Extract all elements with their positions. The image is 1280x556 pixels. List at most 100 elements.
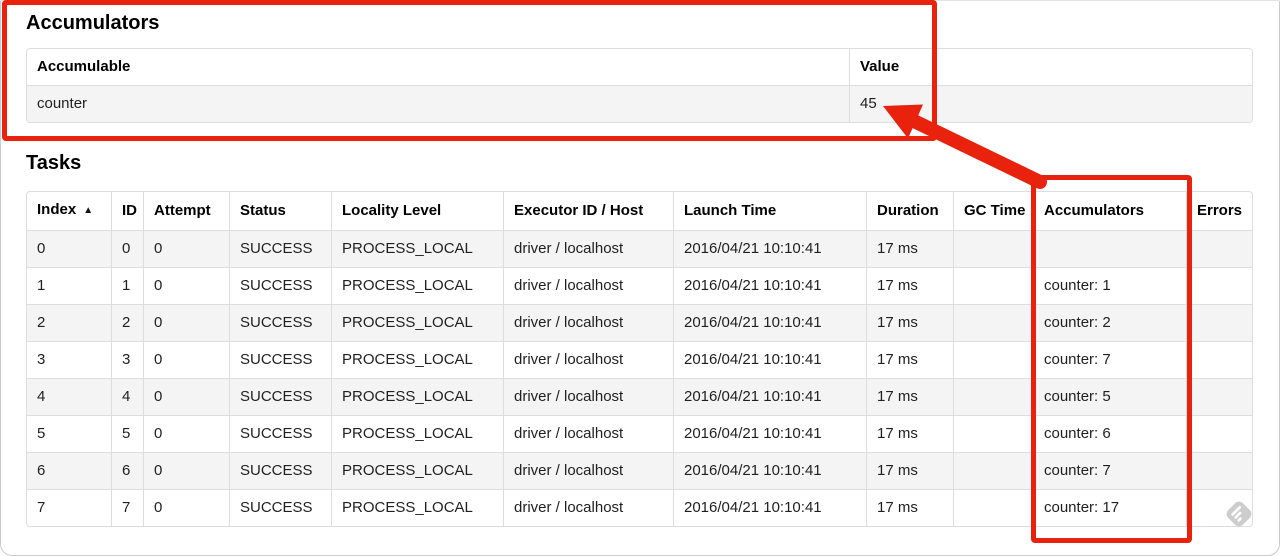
cell-accumulators: counter: 2 <box>1033 304 1186 341</box>
column-header-id[interactable]: ID <box>111 192 143 230</box>
cell-launch-time: 2016/04/21 10:10:41 <box>673 304 866 341</box>
cell-status: SUCCESS <box>229 489 331 526</box>
task-row: 1 1 0 SUCCESS PROCESS_LOCAL driver / localhos… <box>27 267 1252 304</box>
cell-attempt: 0 <box>143 378 229 415</box>
column-header-label: ID <box>122 202 137 219</box>
cell-gc-time <box>953 489 1033 526</box>
cell-errors <box>1186 230 1252 267</box>
column-header-gc-time[interactable]: GC Time <box>953 192 1033 230</box>
column-header-errors[interactable]: Errors <box>1186 192 1252 230</box>
column-header-locality-level[interactable]: Locality Level <box>331 192 503 230</box>
cell-gc-time <box>953 304 1033 341</box>
cell-accumulators: counter: 1 <box>1033 267 1186 304</box>
watermark-logo-icon <box>1226 501 1252 527</box>
cell-attempt: 0 <box>143 304 229 341</box>
cell-locality-level: PROCESS_LOCAL <box>331 415 503 452</box>
column-header-label: Errors <box>1197 202 1243 219</box>
column-header-value: Value <box>849 49 1252 85</box>
task-row: 0 0 0 SUCCESS PROCESS_LOCAL driver / localhos… <box>27 230 1252 267</box>
cell-index: 3 <box>27 341 111 378</box>
cell-status: SUCCESS <box>229 341 331 378</box>
cell-executor-id-host: driver / localhost <box>503 341 673 378</box>
cell-locality-level: PROCESS_LOCAL <box>331 452 503 489</box>
cell-accumulators: counter: 7 <box>1033 452 1186 489</box>
cell-index: 2 <box>27 304 111 341</box>
cell-id: 6 <box>111 452 143 489</box>
cell-accumulators: counter: 5 <box>1033 378 1186 415</box>
cell-locality-level: PROCESS_LOCAL <box>331 230 503 267</box>
cell-accumulators <box>1033 230 1186 267</box>
tasks-header-row: Index ▲ ID Attempt Status Locality Level Execu… <box>27 192 1252 230</box>
column-header-accumulators[interactable]: Accumulators <box>1033 192 1186 230</box>
cell-launch-time: 2016/04/21 10:10:41 <box>673 415 866 452</box>
task-row: 7 7 0 SUCCESS PROCESS_LOCAL driver / localhos… <box>27 489 1252 526</box>
cell-duration: 17 ms <box>866 378 953 415</box>
cell-launch-time: 2016/04/21 10:10:41 <box>673 452 866 489</box>
accumulators-header-row: Accumulable Value <box>27 49 1252 85</box>
cell-duration: 17 ms <box>866 230 953 267</box>
cell-attempt: 0 <box>143 452 229 489</box>
task-row: 2 2 0 SUCCESS PROCESS_LOCAL driver / localhos… <box>27 304 1252 341</box>
cell-status: SUCCESS <box>229 415 331 452</box>
cell-status: SUCCESS <box>229 267 331 304</box>
column-header-label: Executor ID / Host <box>514 202 644 219</box>
column-header-duration[interactable]: Duration <box>866 192 953 230</box>
cell-value: 45 <box>849 85 1252 122</box>
column-header-accumulable: Accumulable <box>37 58 131 75</box>
cell-executor-id-host: driver / localhost <box>503 378 673 415</box>
cell-attempt: 0 <box>143 341 229 378</box>
cell-index: 0 <box>27 230 111 267</box>
cell-errors <box>1186 304 1252 341</box>
cell-launch-time: 2016/04/21 10:10:41 <box>673 489 866 526</box>
tasks-table: Index ▲ ID Attempt Status Locality Level Execu… <box>26 191 1253 527</box>
cell-gc-time <box>953 267 1033 304</box>
cell-id: 0 <box>111 230 143 267</box>
cell-attempt: 0 <box>143 267 229 304</box>
cell-index: 6 <box>27 452 111 489</box>
column-header-executor-id-host[interactable]: Executor ID / Host <box>503 192 673 230</box>
cell-gc-time <box>953 341 1033 378</box>
cell-locality-level: PROCESS_LOCAL <box>331 341 503 378</box>
cell-launch-time: 2016/04/21 10:10:41 <box>673 341 866 378</box>
column-header-status[interactable]: Status <box>229 192 331 230</box>
cell-attempt: 0 <box>143 415 229 452</box>
cell-index: 1 <box>27 267 111 304</box>
cell-id: 1 <box>111 267 143 304</box>
cell-accumulators: counter: 17 <box>1033 489 1186 526</box>
cell-attempt: 0 <box>143 230 229 267</box>
cell-executor-id-host: driver / localhost <box>503 230 673 267</box>
cell-id: 5 <box>111 415 143 452</box>
column-header-launch-time[interactable]: Launch Time <box>673 192 866 230</box>
accumulator-row: counter 45 <box>27 85 1252 122</box>
cell-status: SUCCESS <box>229 304 331 341</box>
cell-duration: 17 ms <box>866 452 953 489</box>
cell-locality-level: PROCESS_LOCAL <box>331 267 503 304</box>
cell-errors <box>1186 452 1252 489</box>
accumulators-table: Accumulable Value counter 45 <box>26 48 1253 123</box>
column-header-label: Attempt <box>154 202 211 219</box>
cell-errors <box>1186 341 1252 378</box>
cell-index: 7 <box>27 489 111 526</box>
task-row: 4 4 0 SUCCESS PROCESS_LOCAL driver / localhos… <box>27 378 1252 415</box>
cell-errors <box>1186 267 1252 304</box>
column-header-label: Status <box>240 202 286 219</box>
cell-duration: 17 ms <box>866 489 953 526</box>
cell-id: 3 <box>111 341 143 378</box>
cell-accumulators: counter: 6 <box>1033 415 1186 452</box>
task-row: 6 6 0 SUCCESS PROCESS_LOCAL driver / localhos… <box>27 452 1252 489</box>
cell-duration: 17 ms <box>866 267 953 304</box>
column-header-attempt[interactable]: Attempt <box>143 192 229 230</box>
column-header-index[interactable]: Index ▲ <box>27 192 111 230</box>
cell-executor-id-host: driver / localhost <box>503 267 673 304</box>
cell-id: 7 <box>111 489 143 526</box>
cell-errors <box>1186 415 1252 452</box>
cell-gc-time <box>953 378 1033 415</box>
cell-accumulators: counter: 7 <box>1033 341 1186 378</box>
cell-locality-level: PROCESS_LOCAL <box>331 378 503 415</box>
cell-executor-id-host: driver / localhost <box>503 304 673 341</box>
column-header-label: Launch Time <box>684 202 777 219</box>
accumulators-section-title: Accumulators <box>26 12 160 34</box>
cell-executor-id-host: driver / localhost <box>503 452 673 489</box>
column-header-label: Duration <box>877 202 939 219</box>
task-row: 3 3 0 SUCCESS PROCESS_LOCAL driver / localhos… <box>27 341 1252 378</box>
